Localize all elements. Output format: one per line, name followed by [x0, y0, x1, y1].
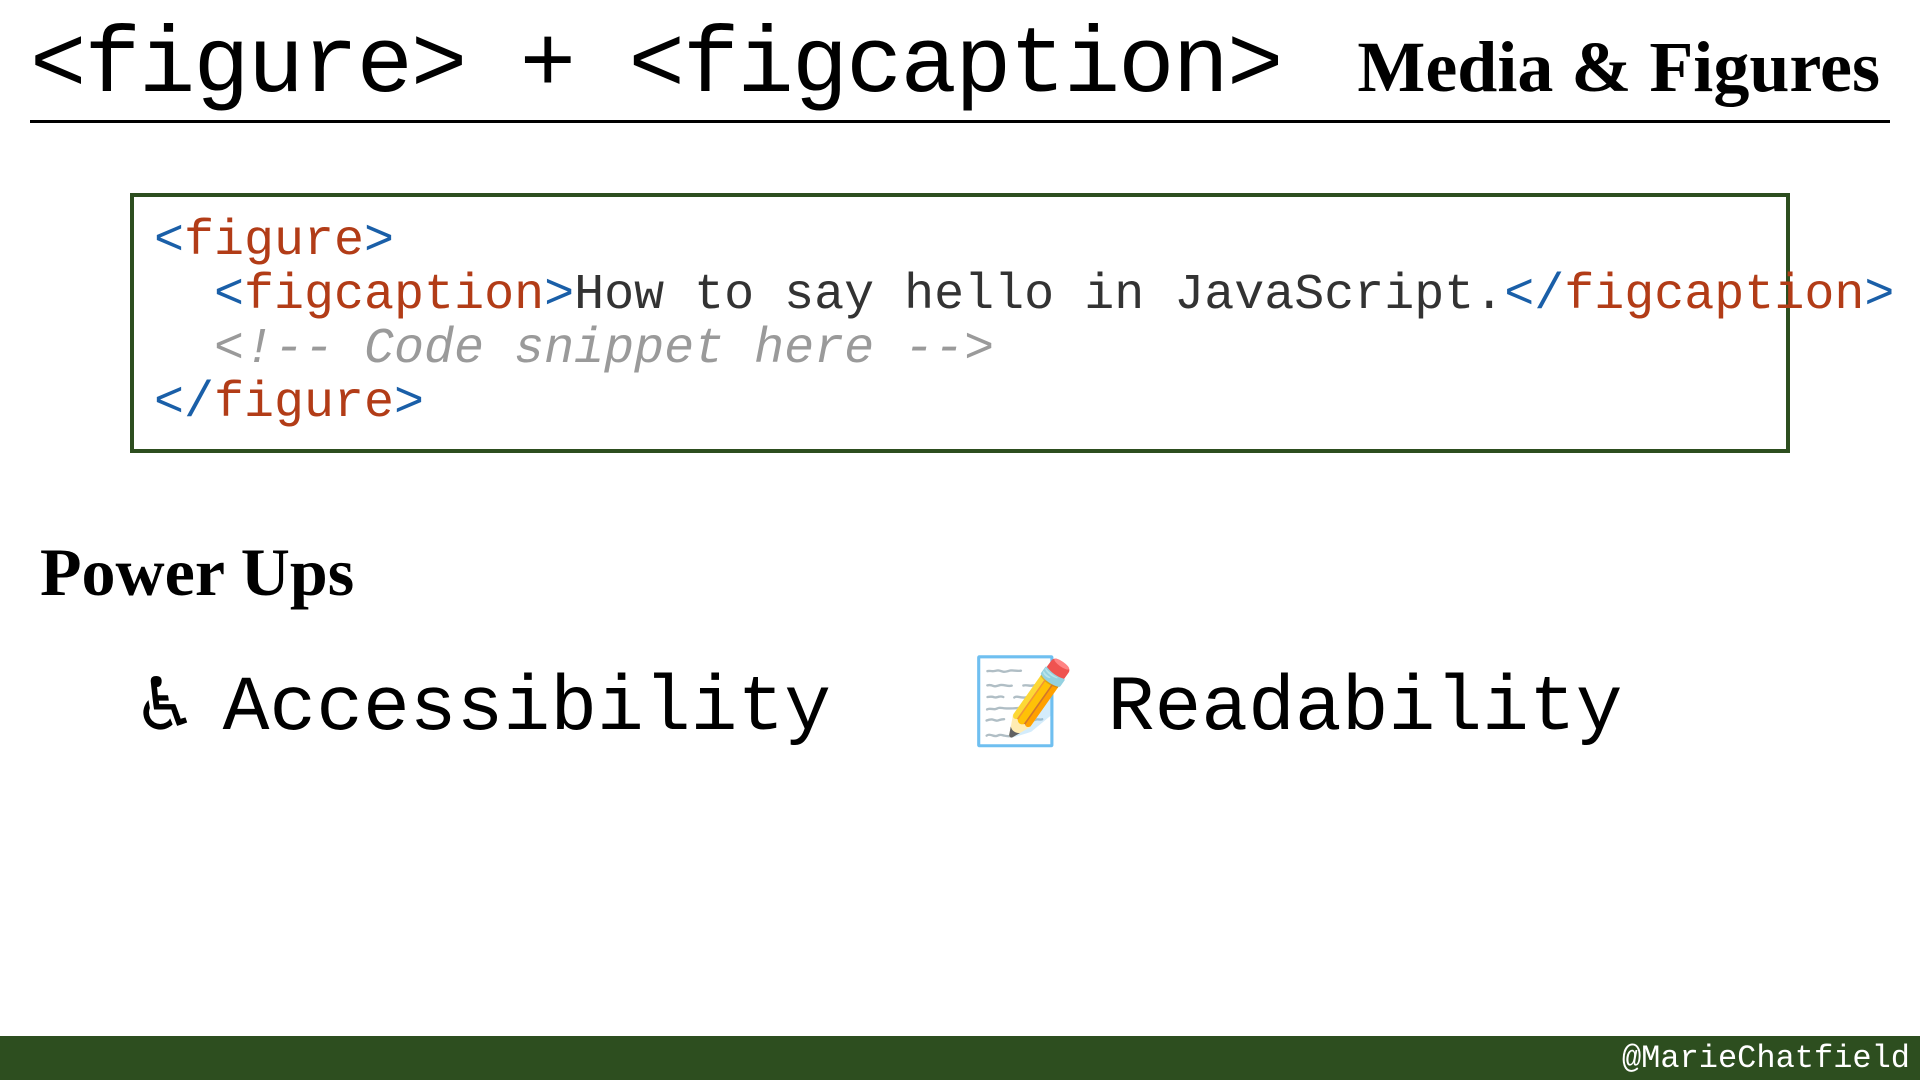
slide: <figure> + <figcaption> Media & Figures …: [0, 0, 1920, 1080]
code-bracket: <: [214, 267, 244, 324]
accessibility-icon: ♿: [140, 667, 191, 751]
code-example: <figure> <figcaption>How to say hello in…: [130, 193, 1790, 453]
author-handle: @MarieChatfield: [1622, 1040, 1910, 1077]
powerup-label: Readability: [1108, 670, 1623, 748]
code-bracket: <: [154, 213, 184, 270]
code-bracket: </: [1504, 267, 1564, 324]
code-bracket: >: [364, 213, 394, 270]
memo-icon: 📝: [971, 667, 1076, 751]
section-title-powerups: Power Ups: [40, 533, 1890, 612]
code-bracket: >: [394, 375, 424, 432]
code-tagname: figcaption: [244, 267, 544, 324]
footer-bar: @MarieChatfield: [0, 1036, 1920, 1080]
powerup-readability: 📝 Readability: [971, 667, 1622, 751]
code-tagname: figure: [214, 375, 394, 432]
slide-header: <figure> + <figcaption> Media & Figures: [30, 20, 1890, 123]
code-indent: [154, 267, 214, 324]
slide-subtitle: Media & Figures: [1357, 31, 1890, 103]
code-tagname: figure: [184, 213, 364, 270]
code-text: How to say hello in JavaScript.: [574, 267, 1504, 324]
powerups-list: ♿ Accessibility 📝 Readability: [30, 667, 1890, 751]
code-indent: [154, 321, 214, 378]
code-bracket: >: [1864, 267, 1894, 324]
code-comment: <!-- Code snippet here -->: [214, 321, 994, 378]
slide-title: <figure> + <figcaption>: [30, 20, 1281, 114]
code-bracket: </: [154, 375, 214, 432]
code-tagname: figcaption: [1564, 267, 1864, 324]
powerup-accessibility: ♿ Accessibility: [140, 667, 831, 751]
code-bracket: >: [544, 267, 574, 324]
powerup-label: Accessibility: [223, 670, 832, 748]
